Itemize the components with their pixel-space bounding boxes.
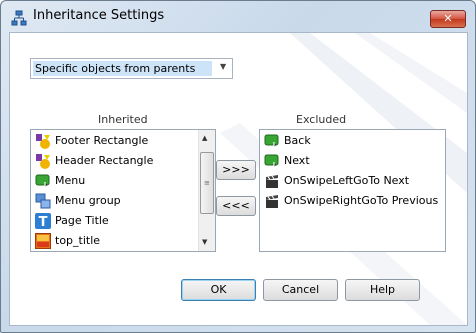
button-icon (35, 174, 50, 189)
help-button[interactable]: Help (345, 279, 420, 301)
inheritance-settings-dialog: Inheritance Settings ✕ Specific objects … (0, 0, 476, 333)
grip-icon: ≡ (204, 179, 210, 187)
ok-button[interactable]: OK (181, 279, 256, 301)
scope-dropdown-value: Specific objects from parents (33, 61, 212, 76)
shapes-icon (36, 134, 50, 149)
scroll-thumb[interactable]: ≡ (200, 152, 214, 214)
group-icon (35, 193, 51, 209)
text-icon: T (35, 213, 51, 229)
close-button[interactable]: ✕ (430, 10, 466, 28)
close-icon: ✕ (443, 12, 453, 25)
inherited-list[interactable]: Footer Rectangle Header Rectangle Menu M… (30, 129, 216, 252)
dialog-body: Specific objects from parents ▼ Inherite… (9, 32, 468, 326)
image-icon (35, 233, 51, 249)
button-icon (264, 154, 279, 169)
excluded-list[interactable]: Back Next OnSwipeLeftGoTo Next OnSwipeRi… (259, 129, 446, 252)
cancel-button[interactable]: Cancel (263, 279, 338, 301)
scroll-down-icon[interactable]: ▼ (202, 238, 207, 246)
clapper-icon (266, 195, 278, 208)
move-to-excluded-button[interactable]: >>> (216, 160, 256, 180)
clapper-icon (266, 175, 278, 188)
shapes-icon (36, 154, 50, 169)
svg-text:T: T (39, 215, 48, 229)
move-to-inherited-button[interactable]: <<< (216, 196, 256, 216)
inherited-scrollbar[interactable]: ▲ ≡ ▼ (198, 130, 215, 251)
chevron-down-icon[interactable]: ▼ (220, 62, 226, 71)
scope-dropdown[interactable]: Specific objects from parents ▼ (30, 58, 233, 79)
title-bar[interactable]: Inheritance Settings ✕ (1, 1, 475, 31)
hierarchy-icon (11, 10, 27, 26)
excluded-label: Excluded (296, 113, 347, 126)
inherited-label: Inherited (98, 113, 148, 126)
button-icon (264, 134, 279, 149)
scroll-up-icon[interactable]: ▲ (202, 134, 207, 142)
window-title: Inheritance Settings (33, 8, 165, 23)
